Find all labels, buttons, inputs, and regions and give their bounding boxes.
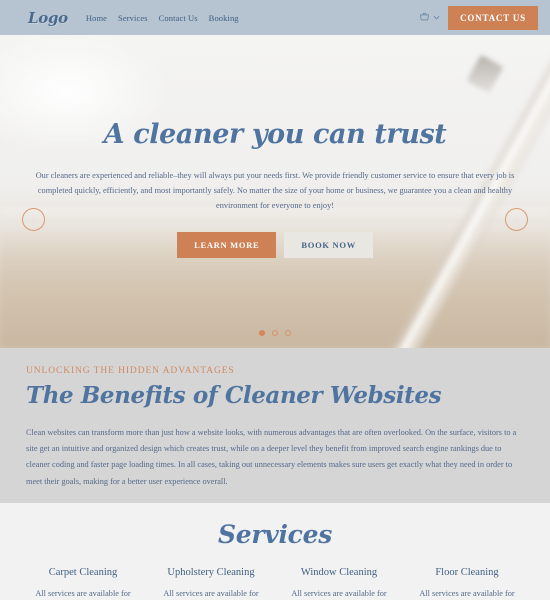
service-card-upholstery-cleaning[interactable]: Upholstery Cleaning All services are ava… xyxy=(150,567,272,600)
hero-button-group: LEARN MORE BOOK NOW xyxy=(0,231,550,258)
learn-more-button[interactable]: LEARN MORE xyxy=(177,231,277,258)
carousel-next-button[interactable] xyxy=(505,208,528,231)
nav-item-contact-us[interactable]: Contact Us xyxy=(159,13,198,23)
site-header: Logo Home Services Contact Us Booking CO… xyxy=(0,0,550,35)
service-card-description: All services are available for xyxy=(291,589,387,598)
cart-menu[interactable] xyxy=(419,12,440,23)
chevron-right-icon xyxy=(513,215,520,225)
service-card-title: Carpet Cleaning xyxy=(48,567,118,578)
benefits-eyebrow: UNLOCKING THE HIDDEN ADVANTAGES xyxy=(26,366,235,376)
services-title: Services xyxy=(218,520,332,549)
service-card-floor-cleaning[interactable]: Floor Cleaning All services are availabl… xyxy=(406,567,528,600)
carousel-dots xyxy=(0,330,550,336)
chevron-down-icon xyxy=(433,15,440,20)
carousel-dot-2[interactable] xyxy=(272,330,278,336)
header-right-group: CONTACT US xyxy=(419,5,538,30)
service-card-carpet-cleaning[interactable]: Carpet Cleaning All services are availab… xyxy=(22,567,144,600)
service-card-description: All services are available for xyxy=(35,589,131,598)
service-card-title: Window Cleaning xyxy=(300,567,378,578)
nav-item-home[interactable]: Home xyxy=(86,13,107,23)
service-card-window-cleaning[interactable]: Window Cleaning All services are availab… xyxy=(278,567,400,600)
hero-content: A cleaner you can trust Our cleaners are… xyxy=(0,35,550,258)
hero-carousel: A cleaner you can trust Our cleaners are… xyxy=(0,35,550,348)
page-root: Logo Home Services Contact Us Booking CO… xyxy=(0,0,550,600)
nav-item-booking[interactable]: Booking xyxy=(209,13,239,23)
carousel-dot-3[interactable] xyxy=(285,330,291,336)
services-grid: Carpet Cleaning All services are availab… xyxy=(0,567,550,600)
contact-us-button[interactable]: CONTACT US xyxy=(448,5,538,30)
chevron-left-icon xyxy=(30,215,37,225)
carousel-prev-button[interactable] xyxy=(22,208,45,231)
benefits-paragraph: Clean websites can transform more than j… xyxy=(26,428,517,486)
service-card-title: Upholstery Cleaning xyxy=(167,567,255,578)
service-card-description: All services are available for xyxy=(163,589,259,598)
shopping-cart-icon xyxy=(419,12,430,23)
nav-item-services[interactable]: Services xyxy=(118,13,148,23)
carousel-dot-1[interactable] xyxy=(259,330,265,336)
benefits-section: UNLOCKING THE HIDDEN ADVANTAGES The Bene… xyxy=(0,348,550,503)
benefits-title: The Benefits of Cleaner Websites xyxy=(26,382,442,409)
main-navigation: Home Services Contact Us Booking xyxy=(86,13,239,23)
service-card-title: Floor Cleaning xyxy=(435,567,499,578)
site-logo[interactable]: Logo xyxy=(28,9,68,27)
hero-paragraph: Our cleaners are experienced and reliabl… xyxy=(35,170,515,211)
service-card-description: All services are available for xyxy=(419,589,515,598)
services-section: Services Carpet Cleaning All services ar… xyxy=(0,503,550,600)
hero-title: A cleaner you can trust xyxy=(103,119,447,150)
book-now-button[interactable]: BOOK NOW xyxy=(284,231,373,258)
